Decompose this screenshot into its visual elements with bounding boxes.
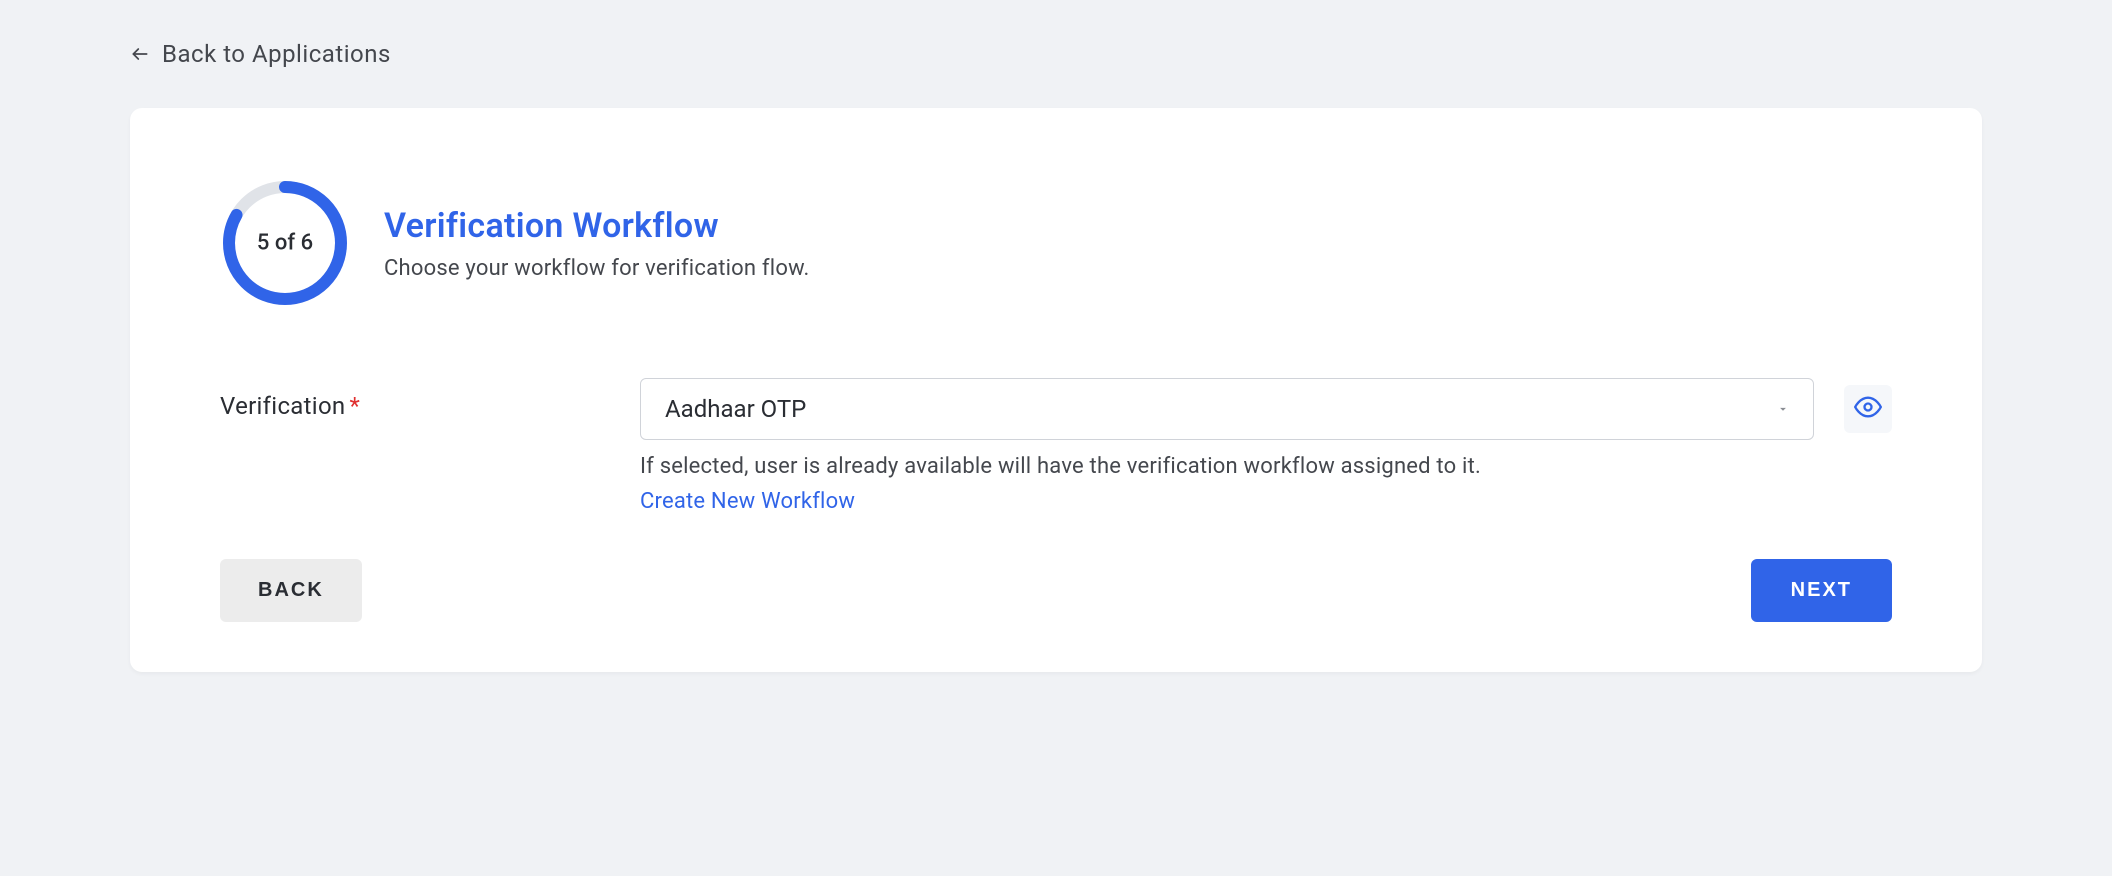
progress-ring: 5 of 6 bbox=[220, 178, 350, 308]
back-button[interactable]: BACK bbox=[220, 559, 362, 622]
form-row: Verification* Aadhaar OTP bbox=[220, 378, 1892, 514]
progress-text: 5 of 6 bbox=[257, 231, 313, 256]
form-label-column: Verification* bbox=[220, 378, 600, 420]
verification-label: Verification* bbox=[220, 392, 360, 420]
label-text: Verification bbox=[220, 392, 346, 420]
required-indicator: * bbox=[350, 392, 361, 420]
eye-icon bbox=[1854, 393, 1882, 425]
header-row: 5 of 6 Verification Workflow Choose your… bbox=[220, 178, 1892, 308]
create-workflow-link[interactable]: Create New Workflow bbox=[640, 489, 855, 514]
helper-text: If selected, user is already available w… bbox=[640, 454, 1892, 479]
page-subtitle: Choose your workflow for verification fl… bbox=[384, 256, 809, 281]
caret-down-icon bbox=[1775, 401, 1791, 417]
arrow-left-icon bbox=[130, 44, 150, 64]
button-row: BACK NEXT bbox=[220, 559, 1892, 622]
verification-select[interactable]: Aadhaar OTP bbox=[640, 378, 1814, 440]
back-link-label: Back to Applications bbox=[162, 40, 391, 68]
select-row: Aadhaar OTP bbox=[640, 378, 1892, 440]
next-button[interactable]: NEXT bbox=[1751, 559, 1892, 622]
form-field-column: Aadhaar OTP bbox=[640, 378, 1892, 514]
header-text: Verification Workflow Choose your workfl… bbox=[384, 206, 809, 281]
preview-button[interactable] bbox=[1844, 385, 1892, 433]
page-title: Verification Workflow bbox=[384, 206, 809, 246]
selected-value: Aadhaar OTP bbox=[665, 395, 806, 423]
workflow-card: 5 of 6 Verification Workflow Choose your… bbox=[130, 108, 1982, 672]
back-to-applications-link[interactable]: Back to Applications bbox=[130, 40, 391, 68]
